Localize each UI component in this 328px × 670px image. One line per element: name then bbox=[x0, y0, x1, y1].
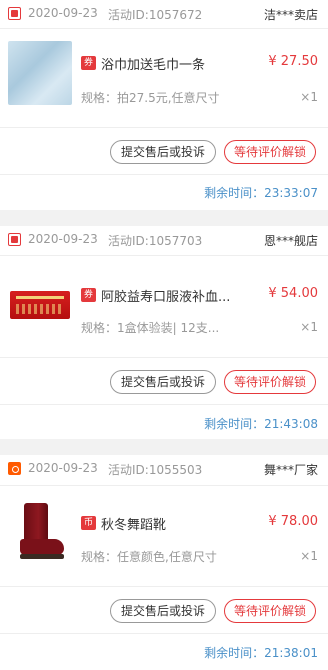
order-header: 2020-09-23 活动ID:1055503 舞***厂家 bbox=[0, 455, 328, 483]
shop-name[interactable]: 恩***舰店 bbox=[264, 232, 318, 249]
activity-id: 活动ID:1055503 bbox=[108, 463, 203, 477]
review-unlock-button[interactable]: 等待评价解锁 bbox=[224, 140, 316, 164]
divider bbox=[0, 28, 328, 29]
order-header: 2020-09-23 活动ID:1057703 恩***舰店 bbox=[0, 226, 328, 254]
review-unlock-button[interactable]: 等待评价解锁 bbox=[224, 599, 316, 623]
remaining-time: 剩余时间：21:38:01 bbox=[204, 644, 318, 661]
submit-complaint-button[interactable]: 提交售后或投诉 bbox=[110, 370, 216, 394]
taobao-icon bbox=[8, 462, 21, 475]
divider bbox=[0, 255, 328, 256]
order-header: 2020-09-23 活动ID:1057672 洁***卖店 bbox=[0, 0, 328, 28]
product-spec: 规格：任意颜色,任意尺寸 bbox=[81, 550, 217, 564]
order-card[interactable]: 2020-09-23 活动ID:1057672 洁***卖店 券 浴巾加送毛巾一… bbox=[0, 0, 328, 210]
product-title[interactable]: 浴巾加送毛巾一条 bbox=[101, 54, 205, 73]
shop-name[interactable]: 舞***厂家 bbox=[264, 461, 318, 478]
remaining-time-value: 21:38:01 bbox=[264, 646, 318, 660]
product-quantity: ×1 bbox=[300, 549, 318, 563]
coin-tag: 币 bbox=[81, 516, 96, 530]
order-card[interactable]: 2020-09-23 活动ID:1057703 恩***舰店 券 阿胶益寿口服液… bbox=[0, 226, 328, 439]
order-date: 2020-09-23 bbox=[28, 461, 98, 475]
product-quantity: ×1 bbox=[300, 90, 318, 104]
activity-id: 活动ID:1057672 bbox=[108, 8, 203, 22]
product-price: ¥ 78.00 bbox=[268, 514, 318, 529]
jd-icon bbox=[8, 233, 21, 246]
product-title[interactable]: 阿胶益寿口服液补血... bbox=[101, 286, 230, 305]
divider bbox=[0, 404, 328, 405]
divider bbox=[0, 357, 328, 358]
remaining-time-value: 23:33:07 bbox=[264, 186, 318, 200]
boot-graphic bbox=[24, 503, 48, 543]
boot-graphic bbox=[20, 554, 64, 559]
product-title[interactable]: 秋冬舞蹈靴 bbox=[101, 514, 166, 533]
submit-complaint-button[interactable]: 提交售后或投诉 bbox=[110, 140, 216, 164]
divider bbox=[0, 586, 328, 587]
remaining-time-label: 剩余时间： bbox=[204, 646, 265, 660]
product-image[interactable] bbox=[8, 499, 72, 563]
remaining-time-label: 剩余时间： bbox=[204, 417, 265, 431]
product-image[interactable] bbox=[8, 269, 72, 333]
shop-name[interactable]: 洁***卖店 bbox=[264, 6, 318, 23]
product-price: ¥ 27.50 bbox=[268, 54, 318, 69]
product-quantity: ×1 bbox=[300, 320, 318, 334]
divider bbox=[0, 485, 328, 486]
coupon-tag: 券 bbox=[81, 288, 96, 302]
review-unlock-button[interactable]: 等待评价解锁 bbox=[224, 370, 316, 394]
jd-icon bbox=[8, 7, 21, 20]
product-box-graphic bbox=[10, 291, 70, 319]
product-price: ¥ 54.00 bbox=[268, 286, 318, 301]
remaining-time-value: 21:43:08 bbox=[264, 417, 318, 431]
order-date: 2020-09-23 bbox=[28, 232, 98, 246]
divider bbox=[0, 633, 328, 634]
remaining-time: 剩余时间：21:43:08 bbox=[204, 415, 318, 432]
remaining-time: 剩余时间：23:33:07 bbox=[204, 184, 318, 201]
divider bbox=[0, 127, 328, 128]
submit-complaint-button[interactable]: 提交售后或投诉 bbox=[110, 599, 216, 623]
product-spec: 规格：拍27.5元,任意尺寸 bbox=[81, 91, 220, 105]
activity-id: 活动ID:1057703 bbox=[108, 234, 203, 248]
divider bbox=[0, 174, 328, 175]
order-date: 2020-09-23 bbox=[28, 6, 98, 20]
coupon-tag: 券 bbox=[81, 56, 96, 70]
product-image[interactable] bbox=[8, 41, 72, 105]
remaining-time-label: 剩余时间： bbox=[204, 186, 265, 200]
order-card[interactable]: 2020-09-23 活动ID:1055503 舞***厂家 币 秋冬舞蹈靴 ¥… bbox=[0, 455, 328, 670]
boot-graphic bbox=[20, 539, 64, 555]
product-spec: 规格：1盒体验装| 12支... bbox=[81, 321, 220, 335]
